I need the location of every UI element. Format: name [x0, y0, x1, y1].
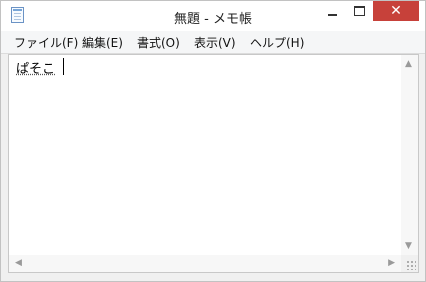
text-caret [63, 58, 64, 75]
notepad-window: 無題 - メモ帳 ✕ ファイル(F) 編集(E) 書式(O) 表示(V) ヘルプ… [0, 0, 426, 282]
menu-format[interactable]: 書式(O) [137, 34, 180, 51]
editor-text[interactable]: ぱそこ [16, 58, 55, 77]
maximize-button[interactable] [346, 1, 373, 21]
scrollbar-corner [401, 255, 418, 272]
menu-file[interactable]: ファイル(F) [14, 34, 78, 51]
arrow-right-icon[interactable]: ▶ [388, 259, 395, 268]
minimize-button[interactable] [320, 1, 346, 21]
text-editor[interactable]: ぱそこ ▲ ▼ ◀ ▶ [8, 54, 419, 273]
menu-edit[interactable]: 編集(E) [82, 34, 123, 51]
arrow-up-icon[interactable]: ▲ [405, 60, 412, 69]
close-button[interactable]: ✕ [373, 1, 419, 21]
arrow-down-icon[interactable]: ▼ [405, 242, 412, 251]
vertical-scrollbar[interactable]: ▲ ▼ [401, 55, 418, 256]
close-icon: ✕ [390, 3, 402, 19]
title-bar[interactable]: 無題 - メモ帳 ✕ [1, 1, 425, 31]
arrow-left-icon[interactable]: ◀ [15, 259, 22, 268]
horizontal-scrollbar[interactable]: ◀ ▶ [9, 255, 401, 272]
resize-grip-icon[interactable] [406, 260, 416, 270]
menu-view[interactable]: 表示(V) [194, 34, 236, 51]
menu-bar: ファイル(F) 編集(E) 書式(O) 表示(V) ヘルプ(H) [1, 31, 425, 54]
menu-help[interactable]: ヘルプ(H) [250, 34, 304, 51]
